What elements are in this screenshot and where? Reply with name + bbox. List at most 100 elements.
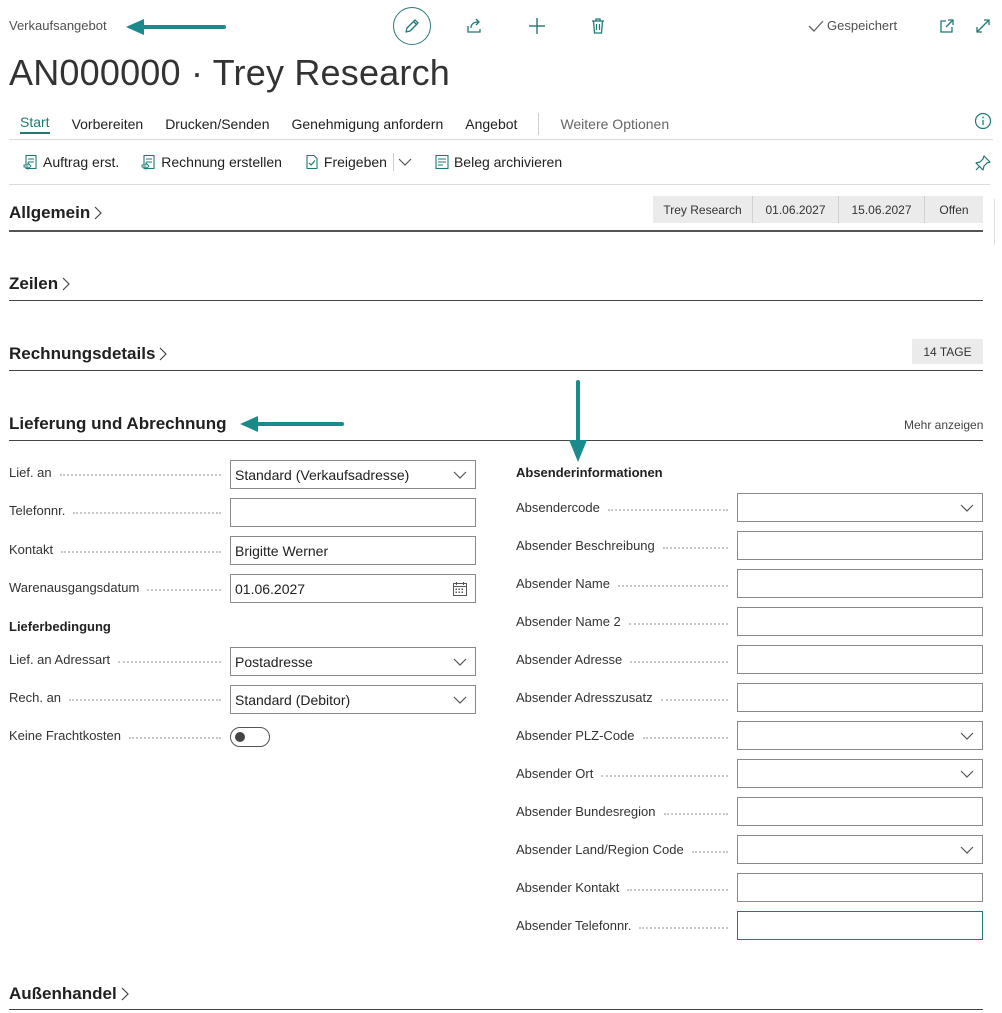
field-label-keine-frachtkosten: Keine Frachtkosten — [9, 728, 221, 743]
section-rechnungsdetails-header[interactable]: Rechnungsdetails — [9, 344, 168, 364]
field-label-absender-7: Absender Ort — [516, 766, 728, 781]
page-title: AN000000 · Trey Research — [9, 52, 451, 93]
field-label-kontakt: Kontakt — [9, 542, 221, 557]
absender-select-7[interactable] — [737, 759, 983, 788]
rechnung-erstellen-button[interactable]: Rechnung erstellen — [141, 154, 282, 170]
action-bar-divider — [9, 184, 990, 185]
section-allgemein-line — [9, 230, 983, 232]
add-button[interactable] — [526, 15, 548, 37]
absender-input-1[interactable] — [737, 531, 983, 560]
info-icon — [974, 112, 992, 130]
absender-input-11[interactable] — [737, 911, 983, 940]
expand-button[interactable] — [972, 15, 994, 37]
share-icon — [467, 18, 481, 33]
field-label-absender-11: Absender Telefonnr. — [516, 918, 728, 933]
edit-button[interactable] — [393, 7, 431, 45]
freigeben-split-divider — [392, 153, 394, 171]
tab-start[interactable]: Start — [20, 114, 50, 134]
section-allgemein-title: Allgemein — [9, 203, 91, 222]
tab-drucken-senden[interactable]: Drucken/Senden — [165, 116, 269, 132]
section-lieferung-line — [9, 440, 983, 441]
chevron-down-icon — [960, 504, 974, 512]
field-label-absender-3: Absender Name 2 — [516, 614, 728, 629]
mehr-anzeigen-link[interactable]: Mehr anzeigen — [904, 418, 983, 432]
action-tabs: Start Vorbereiten Drucken/Senden Genehmi… — [20, 113, 691, 135]
annotation-arrow-lieferung — [240, 416, 344, 432]
badge-customer: Trey Research — [653, 196, 753, 223]
share-button[interactable] — [463, 15, 485, 37]
delete-button[interactable] — [587, 15, 609, 37]
field-label-absender-4: Absender Adresse — [516, 652, 728, 667]
lief-an-select[interactable]: Standard (Verkaufsadresse) — [230, 460, 476, 489]
beleg-archivieren-label: Beleg archivieren — [453, 154, 563, 170]
badge-status: Offen — [925, 196, 983, 223]
absender-input-5[interactable] — [737, 683, 983, 712]
absender-input-4[interactable] — [737, 645, 983, 674]
auftrag-erstellen-button[interactable]: Auftrag erst. — [23, 154, 119, 170]
chevron-down-icon — [960, 732, 974, 740]
section-aussenhandel-title: Außenhandel — [9, 984, 117, 1003]
absender-input-8[interactable] — [737, 797, 983, 826]
section-lieferung-title: Lieferung und Abrechnung — [9, 414, 227, 433]
open-new-window-button[interactable] — [936, 15, 958, 37]
absender-input-3[interactable] — [737, 607, 983, 636]
lief-an-adressart-select[interactable]: Postadresse — [230, 647, 476, 676]
absender-select-0[interactable] — [737, 493, 983, 522]
freigeben-dropdown-button[interactable] — [398, 157, 412, 167]
section-zeilen-header[interactable]: Zeilen — [9, 274, 71, 294]
add-icon — [529, 18, 545, 34]
tab-angebot[interactable]: Angebot — [465, 116, 517, 132]
field-label-lief-an-adressart: Lief. an Adressart — [9, 652, 221, 667]
allgemein-summary-badges: Trey Research 01.06.2027 15.06.2027 Offe… — [653, 196, 983, 223]
absender-input-10[interactable] — [737, 873, 983, 902]
freigeben-button[interactable]: Freigeben — [304, 154, 387, 170]
section-aussenhandel-header[interactable]: Außenhandel — [9, 984, 130, 1004]
section-allgemein-header[interactable]: Allgemein — [9, 203, 103, 223]
saved-label: Gespeichert — [827, 18, 898, 33]
info-button[interactable] — [974, 112, 992, 135]
telefonnr-input[interactable] — [230, 498, 476, 527]
action-bar: Auftrag erst. Rechnung erstellen Freigeb… — [23, 153, 584, 171]
kontakt-input[interactable]: Brigitte Werner — [230, 536, 476, 565]
tab-vorbereiten[interactable]: Vorbereiten — [72, 116, 144, 132]
keine-frachtkosten-toggle[interactable] — [230, 727, 270, 747]
freigeben-label: Freigeben — [323, 154, 387, 170]
field-label-absender-6: Absender PLZ-Code — [516, 728, 728, 743]
lieferbedingung-heading: Lieferbedingung — [9, 619, 111, 634]
chevron-down-icon — [960, 846, 974, 854]
chevron-right-icon — [62, 277, 70, 291]
field-label-rech-an: Rech. an — [9, 690, 221, 705]
absender-input-2[interactable] — [737, 569, 983, 598]
tab-separator — [538, 113, 540, 135]
field-label-absender-0: Absendercode — [516, 500, 728, 515]
tab-genehmigung-anfordern[interactable]: Genehmigung anfordern — [291, 116, 443, 132]
section-lieferung-header[interactable]: Lieferung und Abrechnung — [9, 414, 227, 434]
annotation-arrow-page-type — [126, 19, 226, 35]
lief-an-value: Standard (Verkaufsadresse) — [235, 466, 410, 483]
chevron-right-icon — [159, 347, 168, 361]
beleg-archivieren-button[interactable]: Beleg archivieren — [434, 154, 562, 170]
warenausgangsdatum-input[interactable]: 01.06.2027 — [230, 574, 476, 603]
edit-icon — [405, 19, 419, 33]
toggle-knob — [235, 732, 245, 742]
make-order-icon — [23, 154, 37, 170]
rech-an-select[interactable]: Standard (Debitor) — [230, 685, 476, 714]
chevron-down-icon — [398, 158, 412, 166]
field-label-telefonnr: Telefonnr. — [9, 503, 221, 518]
warenausgangsdatum-value: 01.06.2027 — [235, 580, 306, 597]
pin-action-bar-button[interactable] — [974, 154, 992, 177]
auftrag-erstellen-label: Auftrag erst. — [43, 154, 120, 170]
badge-document-date: 01.06.2027 — [753, 196, 839, 223]
chevron-down-icon — [453, 471, 467, 479]
delete-icon — [592, 18, 604, 34]
calendar-icon[interactable] — [452, 581, 468, 597]
page-type-label: Verkaufsangebot — [9, 18, 107, 33]
badge-due-date: 15.06.2027 — [839, 196, 925, 223]
scroll-edge-line — [994, 199, 995, 245]
badge-payment-terms: 14 TAGE — [912, 339, 983, 364]
tab-weitere-optionen[interactable]: Weitere Optionen — [560, 116, 669, 132]
absender-select-6[interactable] — [737, 721, 983, 750]
chevron-down-icon — [453, 696, 467, 704]
absender-select-9[interactable] — [737, 835, 983, 864]
section-zeilen-title: Zeilen — [9, 274, 59, 293]
